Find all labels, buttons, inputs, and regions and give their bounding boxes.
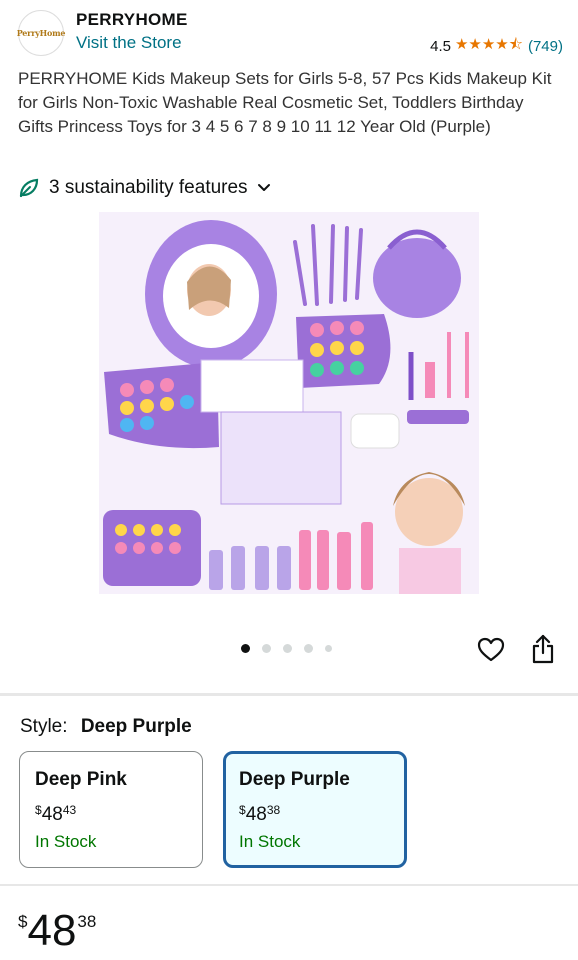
store-header: PerryHome PERRYHOME Visit the Store 4.5 …	[16, 8, 563, 59]
price-fraction: 38	[77, 912, 97, 931]
option-price: $4838	[239, 803, 281, 825]
carousel-dot[interactable]	[304, 644, 313, 653]
product-title: PERRYHOME Kids Makeup Sets for Girls 5-8…	[18, 69, 552, 136]
image-carousel-dots[interactable]	[241, 644, 344, 653]
option-price: $4843	[35, 803, 77, 825]
style-label: Style:	[20, 716, 68, 737]
product-image[interactable]	[99, 212, 479, 594]
star-rating-icon: ★★★★⯪	[454, 36, 523, 53]
chevron-down-icon	[257, 184, 270, 191]
heart-icon[interactable]	[477, 636, 505, 664]
section-divider	[0, 884, 578, 886]
carousel-dot[interactable]	[283, 644, 292, 653]
style-selected-value: Deep Purple	[80, 716, 192, 737]
carousel-dot[interactable]	[241, 644, 250, 653]
sustainability-features[interactable]: 3 sustainability features	[18, 177, 272, 199]
visit-store-link[interactable]: Visit the Store	[76, 33, 182, 53]
brand-logo[interactable]: PerryHome	[16, 10, 66, 56]
leaf-icon	[19, 178, 39, 198]
share-icon[interactable]	[531, 634, 555, 664]
price-currency: $	[18, 912, 28, 931]
product-price: $ 48 38	[18, 906, 96, 956]
rating-summary[interactable]: 4.5 ★★★★⯪ (749)	[430, 34, 563, 59]
style-selector-header: Style: Deep Purple	[20, 716, 192, 738]
style-option-deep-pink[interactable]: Deep Pink $4843 In Stock	[19, 751, 203, 868]
rating-value: 4.5	[430, 38, 451, 55]
price-whole: 48	[27, 906, 77, 955]
style-option-deep-purple[interactable]: Deep Purple $4838 In Stock	[223, 751, 407, 868]
option-name: Deep Purple	[239, 769, 350, 790]
option-stock-status: In Stock	[35, 832, 97, 851]
carousel-dot[interactable]	[325, 645, 332, 652]
brand-logo-text: PerryHome	[16, 28, 66, 38]
section-divider	[0, 693, 578, 696]
rating-count[interactable]: (749)	[528, 38, 563, 55]
brand-name: PERRYHOME	[76, 10, 188, 29]
carousel-dot[interactable]	[262, 644, 271, 653]
option-name: Deep Pink	[35, 769, 127, 790]
sustainability-label: 3 sustainability features	[49, 177, 248, 198]
option-stock-status: In Stock	[239, 832, 301, 851]
